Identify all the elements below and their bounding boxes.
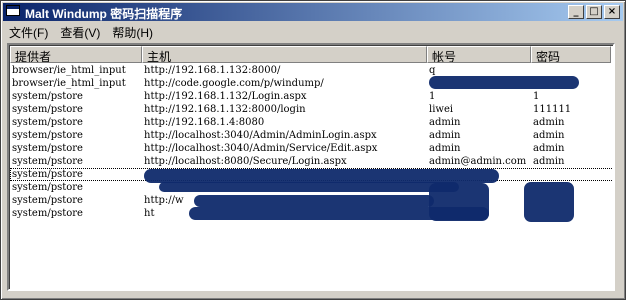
column-header-account[interactable]: 帐号 (427, 46, 531, 63)
password-list[interactable]: 提供者 主机 帐号 密码 browser/ie_html_input http:/… (7, 43, 615, 291)
close-button[interactable]: × (604, 5, 620, 19)
title-bar[interactable]: Malt Windump 密码扫描程序 _ □ × (3, 3, 623, 21)
menu-file[interactable]: 文件(F) (3, 23, 54, 42)
password-cell: admin (533, 156, 565, 167)
provider-cell: system/pstore (12, 195, 83, 206)
window-title: Malt Windump 密码扫描程序 (25, 7, 183, 21)
table-row[interactable]: system/pstore http://localhost:8080/Secur… (10, 155, 613, 168)
app-window-icon (6, 5, 20, 16)
redaction-mark (429, 76, 579, 89)
provider-cell: system/pstore (12, 182, 83, 193)
menu-view[interactable]: 查看(V) (54, 23, 106, 42)
host-cell: http://localhost:3040/Admin/Service/Edit… (144, 143, 378, 154)
table-row[interactable]: system/pstore http://192.168.1.4:8080 admi… (10, 116, 613, 129)
redaction-mark (429, 183, 489, 221)
password-cell: 1 (533, 91, 540, 102)
host-cell: http://192.168.1.4:8080 (144, 117, 265, 128)
provider-cell: system/pstore (12, 104, 83, 115)
column-header-provider[interactable]: 提供者 (10, 46, 142, 63)
host-cell: http://192.168.1.132:8000/ (144, 65, 281, 76)
table-row[interactable]: system/pstore http://192.168.1.132:8000/l… (10, 103, 613, 116)
provider-cell: system/pstore (12, 169, 83, 180)
account-cell: liwei (429, 104, 454, 115)
provider-cell: browser/ie_html_input (12, 78, 126, 89)
redaction-mark (144, 169, 499, 183)
provider-cell: system/pstore (12, 208, 83, 219)
account-cell: admin (429, 117, 461, 128)
account-cell: admin@admin.com (429, 156, 527, 167)
column-header-host[interactable]: 主机 (142, 46, 427, 63)
account-cell: 1 (429, 91, 436, 102)
minimize-button[interactable]: _ (568, 5, 584, 19)
password-cell: 111111 (533, 104, 572, 115)
host-cell: http://192.168.1.132:8000/login (144, 104, 306, 115)
host-cell: http://localhost:8080/Secure/Login.aspx (144, 156, 347, 167)
password-cell (531, 168, 611, 181)
table-row[interactable]: system/pstore http://localhost:3040/Admin… (10, 142, 613, 155)
host-cell: http://192.168.1.132/Login.aspx (144, 91, 307, 102)
password-cell: admin (533, 117, 565, 128)
provider-cell: browser/ie_html_input (12, 65, 126, 76)
menu-bar: 文件(F) 查看(V) 帮助(H) (3, 23, 623, 42)
maximize-button[interactable]: □ (586, 5, 602, 19)
provider-cell: system/pstore (12, 143, 83, 154)
app-window: Malt Windump 密码扫描程序 _ □ × 文件(F) 查看(V) 帮助… (0, 0, 626, 300)
account-cell: admin (429, 143, 461, 154)
column-header-password[interactable]: 密码 (531, 46, 611, 63)
account-cell: admin (429, 130, 461, 141)
provider-cell: system/pstore (12, 156, 83, 167)
password-cell: admin (533, 143, 565, 154)
provider-cell: system/pstore (12, 130, 83, 141)
list-header: 提供者 主机 帐号 密码 (10, 46, 611, 63)
window-controls: _ □ × (566, 5, 620, 19)
redaction-mark (524, 182, 574, 222)
host-cell: http://localhost:3040/Admin/AdminLogin.a… (144, 130, 377, 141)
table-row[interactable]: system/pstore http://localhost:3040/Admin… (10, 129, 613, 142)
password-cell: admin (533, 130, 565, 141)
provider-cell: system/pstore (12, 117, 83, 128)
menu-help[interactable]: 帮助(H) (106, 23, 159, 42)
host-cell: http://code.google.com/p/windump/ (144, 78, 324, 89)
redaction-mark (159, 182, 459, 192)
redaction-mark (194, 195, 434, 207)
provider-cell: system/pstore (12, 91, 83, 102)
table-row[interactable]: system/pstore http://192.168.1.132/Login.… (10, 90, 613, 103)
